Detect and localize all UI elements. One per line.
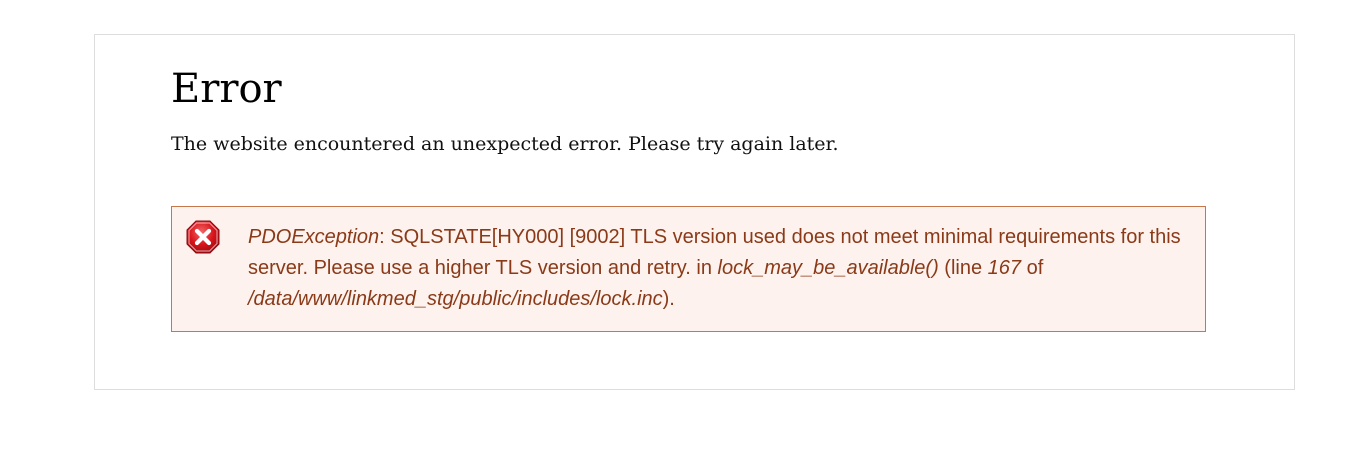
line-number: 167: [987, 257, 1022, 279]
page-title: Error: [171, 66, 282, 112]
page-card: Error The website encountered an unexpec…: [94, 34, 1295, 390]
exception-function: lock_may_be_available(): [717, 257, 939, 279]
error-message-box: PDOException: SQLSTATE[HY000] [9002] TLS…: [171, 206, 1206, 332]
exception-type: PDOException: [248, 226, 380, 248]
message-terminator: ).: [662, 288, 675, 310]
file-path: /data/www/linkmed_stg/public/includes/lo…: [248, 288, 663, 310]
of-label: of: [1021, 257, 1044, 279]
error-message-text: PDOException: SQLSTATE[HY000] [9002] TLS…: [248, 222, 1198, 315]
line-label: (line: [938, 257, 988, 279]
error-x-icon: [186, 220, 220, 254]
error-lead-text: The website encountered an unexpected er…: [171, 133, 839, 155]
